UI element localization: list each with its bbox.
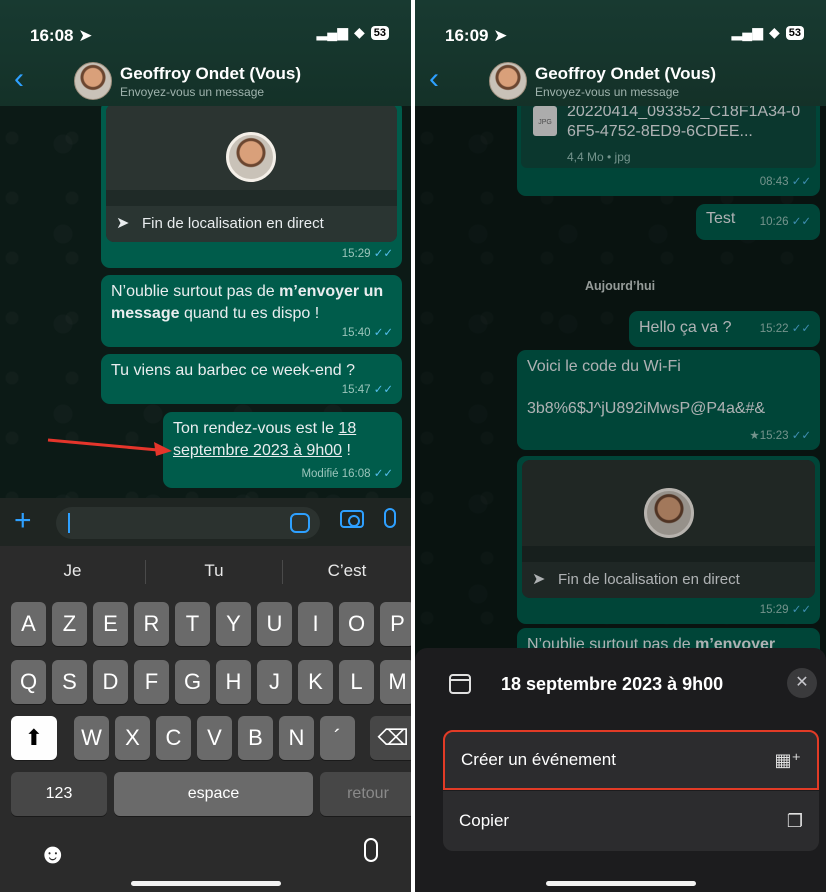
message-input[interactable]: [56, 507, 320, 539]
key-u[interactable]: U: [257, 602, 292, 646]
microphone-icon[interactable]: [384, 508, 396, 528]
key-v[interactable]: V: [197, 716, 232, 760]
avatar[interactable]: [489, 62, 527, 100]
key-s[interactable]: S: [52, 660, 87, 704]
location-services-icon: ➤: [493, 26, 508, 45]
read-ticks-icon: ✓✓: [373, 384, 393, 396]
sticker-icon[interactable]: [290, 513, 310, 533]
key-q[interactable]: Q: [11, 660, 46, 704]
key-y[interactable]: Y: [216, 602, 251, 646]
key-f[interactable]: F: [134, 660, 169, 704]
plus-icon[interactable]: +: [14, 504, 32, 538]
key-l[interactable]: L: [339, 660, 374, 704]
location-services-icon: ➤: [78, 26, 93, 45]
contact-name[interactable]: Geoffroy Ondet (Vous): [535, 64, 716, 84]
battery-icon: 53: [785, 25, 804, 40]
key-g[interactable]: G: [175, 660, 210, 704]
key-b[interactable]: B: [238, 716, 273, 760]
key-m[interactable]: M: [380, 660, 411, 704]
live-location-card[interactable]: ➤ Fin de localisation en direct: [106, 104, 397, 242]
camera-icon[interactable]: [340, 510, 364, 528]
right-screenshot: JPG 20220414_093352_C18F1A34-06F5-4752-8…: [415, 0, 826, 892]
contact-name[interactable]: Geoffroy Ondet (Vous): [120, 64, 301, 84]
key-w[interactable]: W: [74, 716, 109, 760]
key-o[interactable]: O: [339, 602, 374, 646]
suggestion-item[interactable]: Tu: [146, 546, 282, 596]
keyboard: Je Tu C’est A Z E R T Y U I O P Q S D F …: [0, 546, 411, 892]
battery-icon: 53: [370, 25, 389, 40]
contact-subtitle: Envoyez-vous un message: [535, 85, 680, 99]
key-d[interactable]: D: [93, 660, 128, 704]
key-k[interactable]: K: [298, 660, 333, 704]
read-ticks-icon: ✓✓: [373, 327, 393, 339]
key-z[interactable]: Z: [52, 602, 87, 646]
status-time: 16:08 ➤: [30, 26, 93, 45]
home-indicator: [545, 881, 696, 886]
back-chevron-icon[interactable]: ‹: [429, 64, 439, 94]
key-a[interactable]: A: [11, 602, 46, 646]
message-bubble[interactable]: Tu viens au barbec ce week-end ? 15:47 ✓…: [101, 354, 402, 404]
status-bar: 16:08 ➤ ▂▄▆ ◆ 53: [0, 0, 411, 60]
text-cursor: [68, 513, 70, 533]
emoji-icon[interactable]: ☻: [38, 838, 67, 870]
backspace-icon: ⌫: [377, 725, 409, 750]
status-time: 16:09 ➤: [445, 26, 508, 45]
calendar-add-icon: ▦⁺: [774, 750, 801, 770]
suggestion-item[interactable]: C’est: [283, 546, 411, 596]
suggestion-item[interactable]: Je: [0, 546, 145, 596]
shift-key[interactable]: ⬆: [11, 716, 57, 760]
message-bubble[interactable]: N’oublie surtout pas de m’envoyer un mes…: [101, 275, 402, 347]
signal-icon: ▂▄▆: [731, 24, 763, 40]
edited-message-bubble[interactable]: Ton rendez-vous est le 18 septembre 2023…: [163, 412, 402, 488]
edited-label: Modifié: [301, 468, 339, 480]
key-n[interactable]: N: [279, 716, 314, 760]
sheet-title: 18 septembre 2023 à 9h00: [501, 674, 724, 694]
location-label: Fin de localisation en direct: [142, 215, 324, 232]
key-e[interactable]: E: [93, 602, 128, 646]
avatar[interactable]: [74, 62, 112, 100]
wifi-icon: ◆: [353, 24, 365, 40]
key-c[interactable]: C: [156, 716, 191, 760]
shift-arrow-icon: ⬆: [24, 725, 44, 750]
space-key[interactable]: espace: [114, 772, 313, 816]
numbers-key[interactable]: 123: [11, 772, 107, 816]
location-avatar: [226, 132, 276, 182]
signal-icon: ▂▄▆: [316, 24, 348, 40]
home-indicator: [130, 881, 281, 886]
key-h[interactable]: H: [216, 660, 251, 704]
copy-icon: ❐: [786, 811, 803, 831]
back-chevron-icon[interactable]: ‹: [14, 64, 24, 94]
key-accent[interactable]: ´: [320, 716, 355, 760]
key-t[interactable]: T: [175, 602, 210, 646]
left-screenshot: ➤ Fin de localisation en direct 15:29 ✓✓…: [0, 0, 411, 892]
key-p[interactable]: P: [380, 602, 411, 646]
close-icon[interactable]: ✕: [787, 668, 817, 698]
message-meta: 15:29 ✓✓: [341, 248, 393, 260]
read-ticks-icon: ✓✓: [373, 468, 393, 480]
dictation-mic-icon[interactable]: [364, 838, 378, 862]
key-j[interactable]: J: [257, 660, 292, 704]
contact-subtitle: Envoyez-vous un message: [120, 85, 265, 99]
return-key[interactable]: retour: [320, 772, 411, 816]
copy-option[interactable]: Copier ❐: [443, 791, 819, 851]
key-r[interactable]: R: [134, 602, 169, 646]
location-message[interactable]: ➤ Fin de localisation en direct 15:29 ✓✓: [101, 100, 402, 268]
message-input-bar: +: [0, 498, 411, 546]
calendar-icon: [449, 674, 471, 694]
key-i[interactable]: I: [298, 602, 333, 646]
location-arrow-icon: ➤: [116, 215, 130, 232]
red-arrow-annotation: [47, 438, 172, 456]
delete-key[interactable]: ⌫: [370, 716, 411, 760]
read-ticks-icon: ✓✓: [373, 248, 393, 260]
create-event-option[interactable]: Créer un événement ▦⁺: [443, 730, 819, 790]
status-bar: 16:09 ➤ ▂▄▆ ◆ 53: [415, 0, 826, 60]
wifi-icon: ◆: [768, 24, 780, 40]
key-x[interactable]: X: [115, 716, 150, 760]
